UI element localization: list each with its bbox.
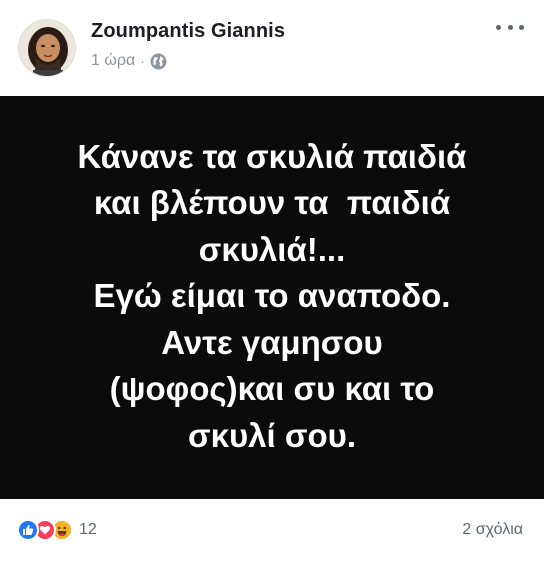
- image-text-line: σκυλί σου.: [188, 416, 356, 454]
- author-avatar[interactable]: [18, 19, 76, 77]
- post-header: Zoumpantis Giannis 1 ώρα ·: [0, 0, 544, 96]
- post-time[interactable]: 1 ώρα: [91, 52, 135, 70]
- image-text-line: Κάνανε τα σκυλιά παιδιά: [77, 137, 467, 175]
- image-text-line: Εγώ είμαι το αναποδο.: [93, 277, 451, 315]
- more-dot: [507, 24, 513, 30]
- like-icon: [17, 519, 39, 541]
- image-text-line: σκυλιά!...: [198, 230, 346, 268]
- post-footer: 12 2 σχόλια: [0, 499, 544, 570]
- post-image[interactable]: Κάνανε τα σκυλιά παιδιά και βλέπουν τα π…: [0, 96, 544, 499]
- image-text-line: (ψοφος)και συ και το: [109, 370, 435, 408]
- avatar-image: [19, 20, 75, 76]
- image-text-line: και βλέπουν τα παιδιά: [93, 184, 451, 222]
- image-text-line: Αντε γαμησου: [161, 323, 383, 361]
- meta-separator: ·: [140, 53, 145, 69]
- more-options-icon[interactable]: [496, 19, 524, 35]
- author-name[interactable]: Zoumpantis Giannis: [91, 20, 285, 43]
- globe-icon[interactable]: [150, 53, 167, 70]
- reactions-summary[interactable]: 12: [17, 519, 97, 541]
- reaction-count: 12: [79, 521, 97, 538]
- more-dot: [519, 24, 524, 30]
- more-dot: [496, 24, 501, 30]
- post-meta: 1 ώρα ·: [91, 52, 167, 70]
- post-image-text: Κάνανε τα σκυλιά παιδιά και βλέπουν τα π…: [22, 134, 522, 460]
- comments-link[interactable]: 2 σχόλια: [462, 521, 523, 539]
